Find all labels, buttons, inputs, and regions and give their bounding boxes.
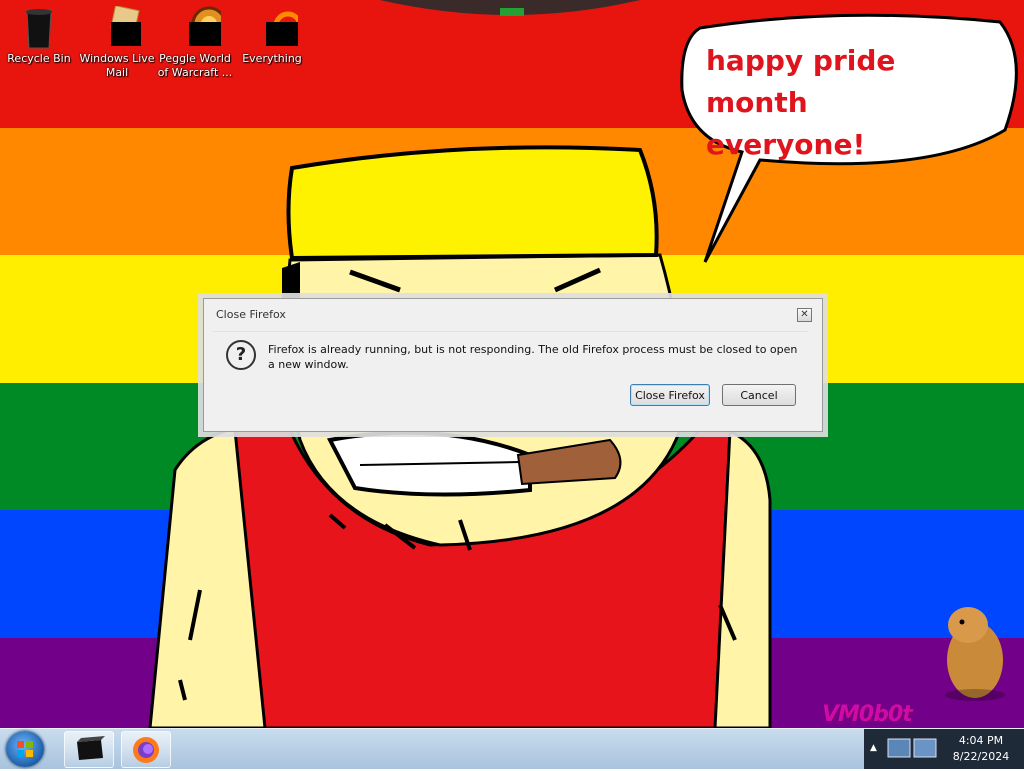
- watermark: VM0b0t: [822, 702, 913, 727]
- desktop-icon-label: Peggle World of Warcraft ...: [157, 52, 233, 79]
- desktop-icon-label: Recycle Bin: [7, 52, 71, 65]
- taskbar-button-firefox[interactable]: [121, 731, 171, 768]
- system-tray: ▲ 4:04 PM 8/22/2024: [864, 729, 1024, 769]
- speech-text: happy pride month everyone!: [706, 44, 896, 161]
- mail-icon: [97, 5, 143, 54]
- dialog-title: Close Firefox: [216, 308, 286, 321]
- dialog-body: ? Firefox is already running, but is not…: [212, 331, 808, 424]
- tray-icons: [887, 738, 937, 758]
- hamster-head: [948, 607, 988, 643]
- speaker-icon: [913, 738, 937, 758]
- search-icon: [252, 6, 303, 54]
- clock-time: 4:04 PM: [958, 734, 1004, 747]
- desktop-icon-everything[interactable]: Everything: [234, 6, 310, 66]
- desktop-icon-label: Windows Live Mail: [79, 52, 155, 79]
- network-icon: [887, 738, 911, 758]
- dialog-message: Firefox is already running, but is not r…: [268, 343, 798, 371]
- cancel-button[interactable]: Cancel: [722, 384, 796, 406]
- taskbar-button-terminal[interactable]: [64, 731, 114, 768]
- chevron-up-icon[interactable]: ▲: [870, 743, 877, 753]
- close-firefox-dialog: Close Firefox ✕ ? Firefox is already run…: [203, 298, 823, 432]
- windows-start-icon[interactable]: [6, 731, 44, 767]
- top-led: [500, 8, 524, 16]
- hamster-shadow: [945, 689, 1005, 701]
- desktop-icon-peggle[interactable]: Peggle World of Warcraft ...: [157, 6, 233, 80]
- desktop-icon-label: Everything: [242, 52, 302, 65]
- peggle-icon: [175, 6, 227, 54]
- dialog-titlebar[interactable]: Close Firefox ✕: [204, 299, 822, 329]
- question-icon: ?: [226, 340, 256, 370]
- firefox-icon: [133, 737, 159, 763]
- hat: [286, 145, 659, 261]
- close-icon[interactable]: ✕: [797, 308, 812, 322]
- desktop-icon-recycle-bin[interactable]: Recycle Bin: [1, 6, 77, 66]
- recycle-bin-icon: [19, 6, 59, 49]
- terminal-icon: [77, 736, 105, 760]
- clock-date: 8/22/2024: [952, 750, 1010, 763]
- close-firefox-button[interactable]: Close Firefox: [630, 384, 710, 406]
- hat-shadow: [282, 262, 300, 298]
- desktop-icon-windows-live-mail[interactable]: Windows Live Mail: [79, 5, 155, 80]
- taskbar: ▲ 4:04 PM 8/22/2024: [0, 728, 1024, 769]
- clock[interactable]: 4:04 PM 8/22/2024: [942, 733, 1020, 765]
- hamster-eye: [959, 619, 965, 625]
